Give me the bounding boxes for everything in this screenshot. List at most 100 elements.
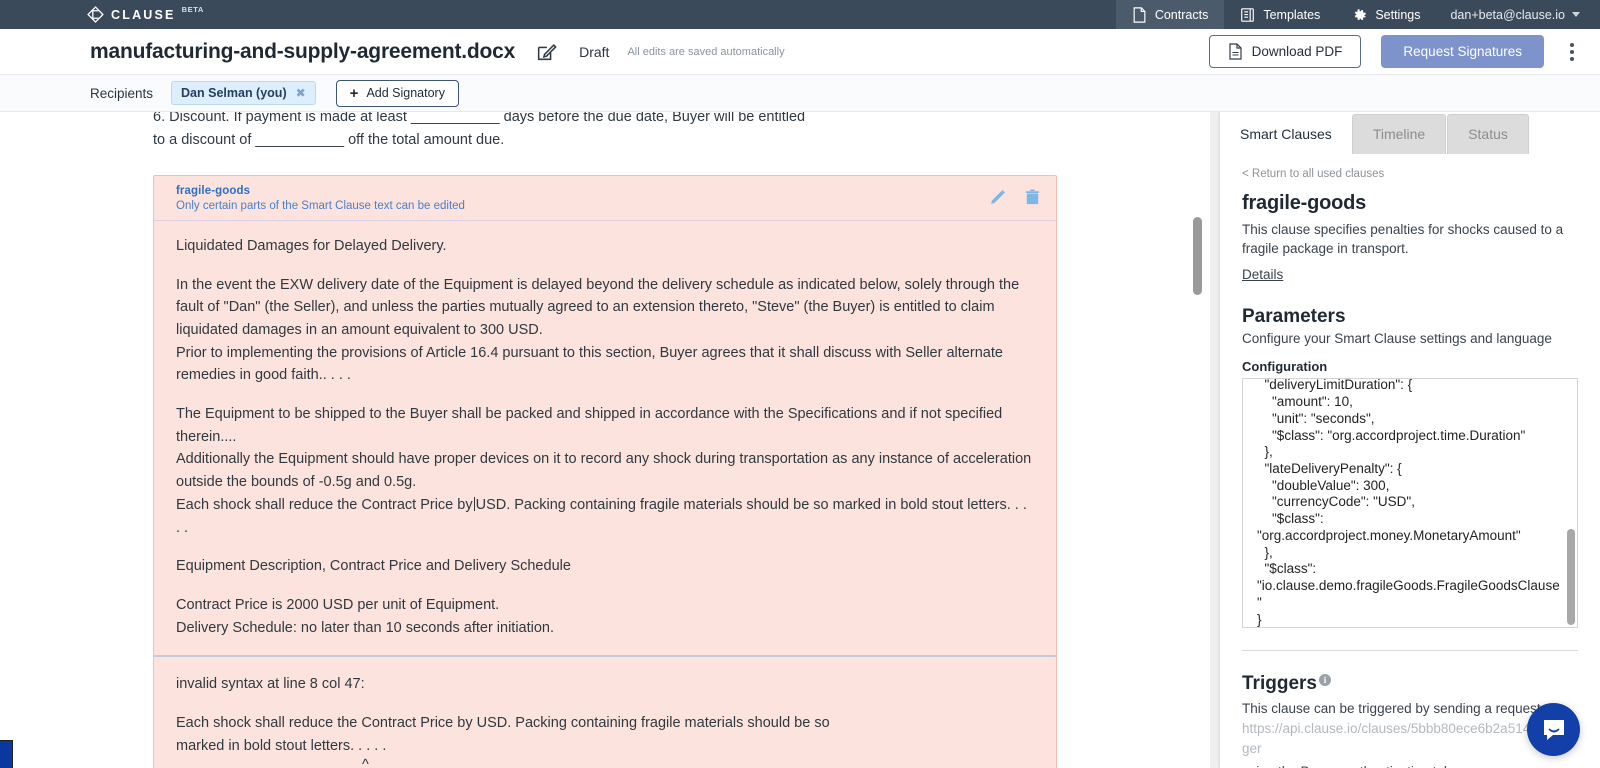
error-caret-marker: ^ — [362, 757, 369, 768]
clause-paragraph: Liquidated Damages for Delayed Delivery. — [176, 237, 447, 254]
more-vertical-icon-dot — [1570, 42, 1574, 47]
details-link[interactable]: Details — [1242, 267, 1283, 282]
request-signatures-label: Request Signatures — [1403, 44, 1522, 59]
brand-logo[interactable]: CLAUSE BETA — [0, 0, 214, 29]
nav-item-contracts[interactable]: Contracts — [1115, 0, 1225, 29]
edit-pencil-square-icon[interactable] — [535, 41, 557, 63]
clause-logo-icon — [87, 6, 104, 23]
more-vertical-icon-dot — [1570, 56, 1574, 61]
smart-clause-subtitle: Only certain parts of the Smart Clause t… — [176, 199, 465, 212]
smart-clause-header-text: fragile-goods Only certain parts of the … — [176, 185, 988, 212]
right-sidebar: Smart Clauses Timeline Status < Return t… — [1210, 112, 1600, 768]
document-paragraph-clipped: 6. Discount. If payment is made at least… — [153, 112, 806, 125]
tab-status-label: Status — [1468, 126, 1508, 142]
sidebar-card: Smart Clauses Timeline Status < Return t… — [1220, 112, 1600, 768]
chat-launcher-button[interactable] — [1527, 703, 1580, 756]
gear-icon — [1355, 8, 1367, 20]
clause-paragraph: In the event the EXW delivery date of th… — [176, 276, 1020, 339]
tab-smart-clauses[interactable]: Smart Clauses — [1220, 115, 1352, 154]
document-page: 6. Discount. If payment is made at least… — [125, 112, 1085, 768]
configuration-json: "deliveryLimitDuration": { "amount": 10,… — [1257, 378, 1560, 627]
document-title: manufacturing-and-supply-agreement.docx — [90, 39, 516, 63]
nav-item-templates[interactable]: Templates — [1224, 0, 1336, 29]
triggers-heading-row: Triggers i — [1242, 673, 1578, 695]
sidebar-tabs: Smart Clauses Timeline Status — [1220, 112, 1600, 154]
user-menu[interactable]: dan+beta@clause.io — [1436, 0, 1600, 29]
document-pane: 6. Discount. If payment is made at least… — [0, 112, 1210, 768]
add-signatory-label: Add Signatory — [366, 86, 445, 100]
smart-clause-header: fragile-goods Only certain parts of the … — [154, 176, 1056, 221]
smart-clause-name[interactable]: fragile-goods — [176, 185, 988, 197]
configuration-label: Configuration — [1242, 359, 1328, 375]
clause-paragraph-with-caret: Each shock shall reduce the Contract Pri… — [176, 494, 1034, 539]
info-icon[interactable]: i — [1318, 674, 1331, 687]
section-divider — [1242, 650, 1578, 652]
clause-paragraph: Prior to implementing the provisions of … — [176, 344, 1003, 384]
smart-clause-card: fragile-goods Only certain parts of the … — [153, 174, 1057, 768]
main-split: 6. Discount. If payment is made at least… — [0, 112, 1600, 768]
top-navigation-bar: CLAUSE BETA Contracts Templates Settings… — [0, 0, 1600, 29]
configuration-scrollbar-thumb[interactable] — [1567, 529, 1575, 626]
add-signatory-button[interactable]: + Add Signatory — [335, 79, 459, 107]
tab-smart-clauses-label: Smart Clauses — [1240, 126, 1332, 142]
close-icon[interactable]: ✖ — [296, 86, 306, 100]
error-snippet-line: marked in bold stout letters. . . . . — [176, 737, 387, 754]
triggers-description: This clause can be triggered by sending … — [1242, 701, 1560, 717]
recipients-label: Recipients — [90, 85, 154, 101]
download-pdf-button[interactable]: Download PDF — [1208, 35, 1362, 68]
configuration-textarea[interactable]: "deliveryLimitDuration": { "amount": 10,… — [1242, 378, 1578, 629]
triggers-token-text: using the Bearer authentication token: — [1242, 764, 1578, 768]
document-scrollbar[interactable] — [1193, 112, 1202, 768]
return-to-clauses-link[interactable]: < Return to all used clauses — [1242, 168, 1578, 180]
autosave-text: All edits are saved automatically — [627, 45, 785, 58]
recipients-bar: Recipients Dan Selman (you) ✖ + Add Sign… — [0, 75, 1600, 112]
more-options-menu[interactable] — [1562, 37, 1582, 67]
brand-name: CLAUSE — [111, 7, 176, 22]
request-signatures-button[interactable]: Request Signatures — [1381, 35, 1544, 68]
tab-timeline[interactable]: Timeline — [1351, 114, 1447, 154]
document-scrollbar-thumb[interactable] — [1193, 217, 1202, 295]
error-snippet-line: Each shock shall reduce the Contract Pri… — [176, 714, 830, 731]
download-pdf-label: Download PDF — [1251, 44, 1343, 59]
document-icon — [1133, 6, 1146, 23]
parameters-subtitle: Configure your Smart Clause settings and… — [1242, 331, 1552, 347]
user-email: dan+beta@clause.io — [1450, 7, 1565, 22]
sidebar-clause-description: This clause specifies penalties for shoc… — [1242, 222, 1564, 257]
error-heading: invalid syntax at line 8 col 47: — [176, 676, 365, 693]
chevron-down-icon — [1572, 12, 1580, 17]
configuration-scrollbar[interactable] — [1567, 381, 1575, 626]
clause-paragraph: Delivery Schedule: no later than 10 seco… — [176, 619, 555, 636]
tab-timeline-label: Timeline — [1372, 126, 1426, 142]
nav-label-contracts: Contracts — [1154, 7, 1209, 22]
recipient-chip[interactable]: Dan Selman (you) ✖ — [171, 81, 316, 105]
clause-text-before-caret: Each shock shall reduce the Contract Pri… — [176, 496, 473, 513]
sidebar-content: < Return to all used clauses fragile-goo… — [1220, 154, 1600, 768]
book-icon — [1241, 7, 1255, 22]
recipient-name: Dan Selman (you) — [181, 86, 287, 100]
plus-icon: + — [349, 84, 359, 102]
chat-bubble-icon — [1543, 719, 1564, 740]
smart-clause-actions — [988, 185, 1042, 207]
pencil-icon[interactable] — [988, 188, 1007, 207]
document-header: manufacturing-and-supply-agreement.docx … — [0, 29, 1600, 75]
tab-status[interactable]: Status — [1447, 114, 1529, 154]
smart-clause-body[interactable]: Liquidated Damages for Delayed Delivery.… — [154, 221, 1056, 655]
document-scroll-area: 6. Discount. If payment is made at least… — [0, 112, 1210, 768]
document-paragraph: to a discount of ___________ off the tot… — [153, 132, 505, 149]
nav-item-settings[interactable]: Settings — [1336, 0, 1436, 29]
parameters-heading: Parameters — [1242, 306, 1346, 328]
bottom-left-blue-tab[interactable] — [0, 740, 13, 768]
pdf-file-icon — [1229, 43, 1242, 60]
triggers-heading: Triggers — [1242, 673, 1317, 695]
sidebar-clause-title: fragile-goods — [1242, 192, 1367, 214]
document-status: Draft — [579, 43, 610, 60]
nav-label-templates: Templates — [1263, 7, 1321, 22]
brand-beta-badge: BETA — [181, 5, 204, 14]
trash-icon[interactable] — [1023, 188, 1042, 207]
